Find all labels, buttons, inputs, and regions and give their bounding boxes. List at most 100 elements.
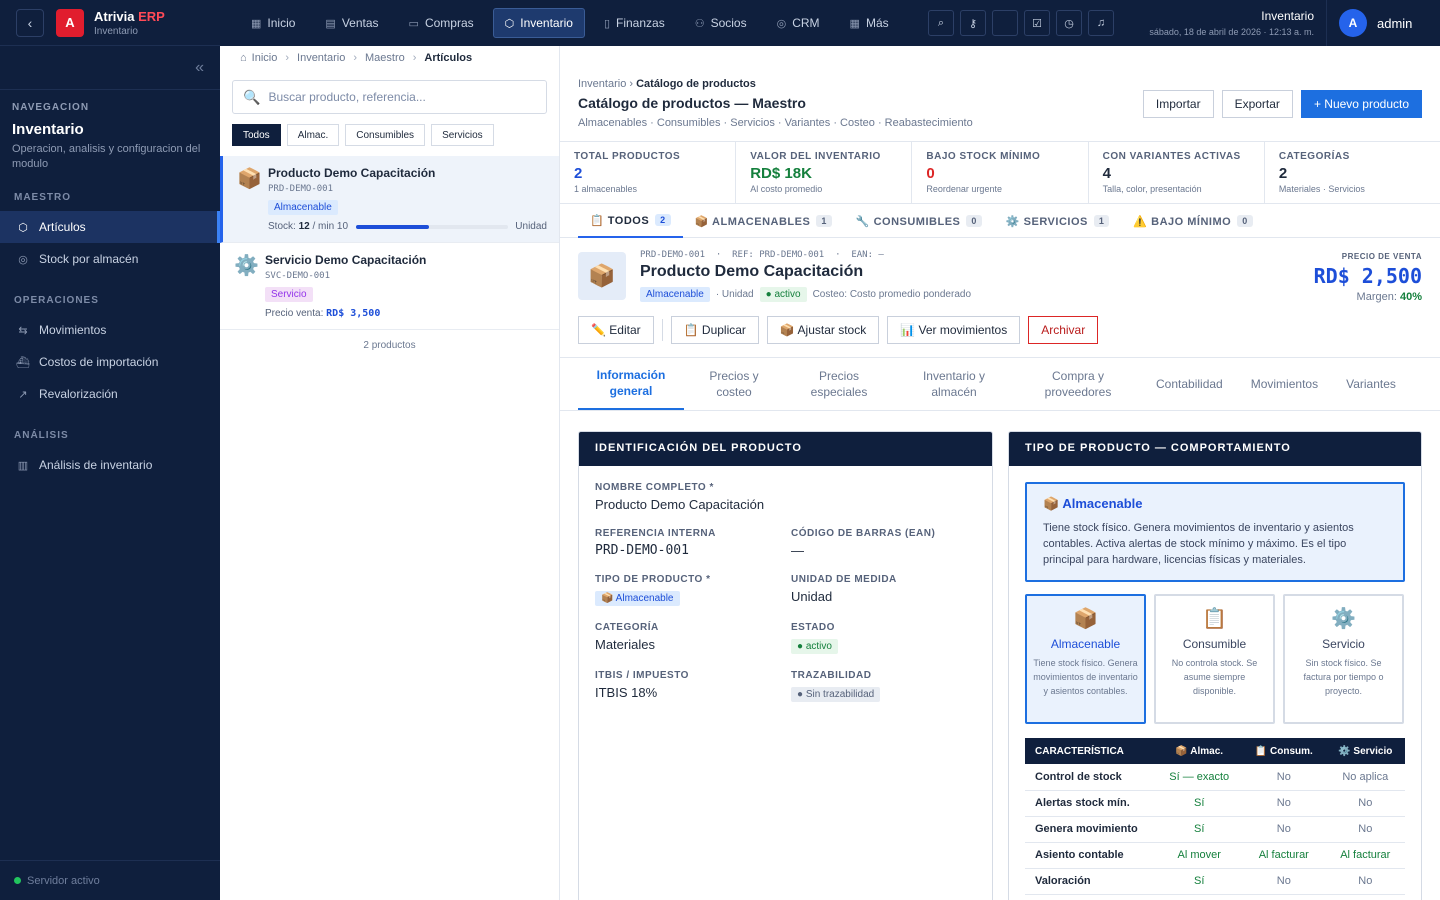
archive-button[interactable]: Archivar [1028, 316, 1099, 344]
identification-card: IDENTIFICACIÓN DEL PRODUCTO NOMBRE COMPL… [578, 431, 993, 900]
item-unit: Unidad [515, 221, 547, 232]
sidebar-item-articulos[interactable]: ⬡ Artículos [0, 211, 220, 243]
breadcrumb-inventario[interactable]: Inventario [297, 52, 345, 64]
ship-icon: ⛴ [16, 356, 30, 369]
module-tabs: ▦ Inicio ▤ Ventas ▭ Compras ⬡ Inventario ▯ Fi… [220, 8, 928, 38]
list-item[interactable]: 📦 Producto Demo Capacitación PRD-DEMO-00… [220, 156, 559, 243]
tasks-button[interactable]: ☑ [1024, 10, 1050, 36]
tab-bajo-minimo[interactable]: ⚠️ BAJO MÍNIMO 0 [1121, 204, 1264, 238]
breadcrumb-maestro[interactable]: Maestro [365, 52, 405, 64]
tab-finanzas[interactable]: ▯ Finanzas [593, 8, 676, 38]
sidebar-item-costos[interactable]: ⛴ Costos de importación [0, 346, 220, 378]
field-unit: UNIDAD DE MEDIDA Unidad [791, 574, 897, 604]
tab-servicios[interactable]: ⚙️ SERVICIOS 1 [994, 204, 1121, 238]
tab-info-general[interactable]: Información general [578, 358, 684, 410]
tab-movimientos[interactable]: Movimientos [1237, 358, 1332, 410]
behaviour-card: TIPO DE PRODUCTO — COMPORTAMIENTO 📦 Alma… [1008, 431, 1422, 900]
search-icon: ⌕ [937, 16, 945, 29]
filter-consumibles[interactable]: Consumibles [345, 124, 426, 146]
behaviour-header: TIPO DE PRODUCTO — COMPORTAMIENTO [1009, 432, 1421, 466]
breadcrumb-inicio[interactable]: Inicio [252, 52, 278, 64]
import-button[interactable]: Importar [1142, 90, 1214, 118]
product-list-pane: ⌂ Inicio › Inventario › Maestro › Artículos… [220, 46, 560, 900]
section-operaciones: OPERACIONES [14, 295, 99, 306]
tab-mas[interactable]: ▦ Más [839, 8, 900, 38]
tab-crm[interactable]: ◎ CRM [766, 8, 831, 38]
nav-title: Inventario [12, 121, 84, 138]
tab-todos[interactable]: 📋 TODOS 2 [578, 204, 683, 238]
box-icon: 📦 [237, 168, 262, 190]
duplicate-button[interactable]: 📋 Duplicar [670, 316, 759, 344]
key-button[interactable]: ⚷ [960, 10, 986, 36]
tab-compra-proveedores[interactable]: Compra y proveedores [1014, 358, 1142, 410]
user-menu[interactable]: A admin [1326, 0, 1412, 46]
sidebar-item-analisis[interactable]: ▥ Análisis de inventario [0, 449, 220, 481]
sidebar-item-revalorizacion[interactable]: ↗ Revalorización [0, 378, 220, 410]
type-option-servicio[interactable]: ⚙️ Servicio Sin stock físico. Se factura p… [1283, 594, 1404, 724]
type-option-consumible[interactable]: 📋 Consumible No controla stock. Se asume s… [1154, 594, 1275, 724]
field-full-name: NOMBRE COMPLETO * Producto Demo Capacitac… [595, 482, 765, 512]
new-product-button[interactable]: + Nuevo producto [1300, 90, 1422, 118]
gear-icon: ⚙️ [234, 255, 259, 277]
search-input[interactable]: 🔍 Buscar producto, referencia... [232, 80, 547, 114]
tab-compras[interactable]: ▭ Compras [398, 8, 485, 38]
col-caracteristica: CARACTERÍSTICA [1025, 738, 1157, 764]
adjust-stock-button[interactable]: 📦 Ajustar stock [766, 316, 880, 344]
field-tax: ITBIS / IMPUESTO ITBIS 18% [595, 670, 689, 700]
item-code: SVC-DEMO-001 [265, 271, 331, 281]
blank-button[interactable] [992, 10, 1018, 36]
tab-precios-costeo[interactable]: Precios y costeo [684, 358, 784, 410]
collapse-sidebar-button[interactable]: « [0, 46, 220, 90]
top-icons: ⌕ ⚷ ☑ ◷ ♫ [928, 10, 1120, 36]
detail-cards: IDENTIFICACIÓN DEL PRODUCTO NOMBRE COMPL… [560, 411, 1440, 900]
view-movements-button[interactable]: 📊 Ver movimientos [887, 316, 1021, 344]
bar-chart-icon: ▥ [17, 459, 29, 472]
sale-price: PRECIO DE VENTA RD$ 2,500 Margen: 40% [1313, 252, 1422, 303]
edit-button[interactable]: ✏️ Editar [578, 316, 654, 344]
current-module: Inventario [1261, 9, 1314, 23]
grid-icon: ▦ [251, 17, 262, 30]
search-button[interactable]: ⌕ [928, 10, 954, 36]
tab-inventario-almacen[interactable]: Inventario y almacén [894, 358, 1014, 410]
history-button[interactable]: ◷ [1056, 10, 1082, 36]
receipt-icon: ▤ [325, 17, 336, 30]
tab-inicio[interactable]: ▦ Inicio [240, 8, 306, 38]
field-type: TIPO DE PRODUCTO * 📦 Almacenable [595, 574, 711, 606]
brand-bar: ‹ A Atrivia ERP Inventario [0, 0, 220, 46]
tab-consumibles[interactable]: 🔧 CONSUMIBLES 0 [844, 204, 994, 238]
tab-almacenables[interactable]: 📦 ALMACENABLES 1 [683, 204, 844, 238]
tab-variantes[interactable]: Variantes [1332, 358, 1410, 410]
trend-icon: ↗ [18, 388, 28, 401]
key-icon: ⚷ [968, 17, 978, 30]
trace-badge: ● Sin trazabilidad [791, 687, 881, 702]
current-datetime: sábado, 18 de abril de 2026 · 12:13 a. m… [1149, 27, 1314, 37]
tab-inventario[interactable]: ⬡ Inventario [492, 8, 585, 38]
export-button[interactable]: Exportar [1221, 90, 1293, 118]
filter-servicios[interactable]: Servicios [431, 124, 494, 146]
page-subtitle: Almacenables · Consumibles · Servicios ·… [578, 117, 973, 129]
filter-todos[interactable]: Todos [232, 124, 281, 146]
tab-socios[interactable]: ⚇ Socios [684, 8, 758, 38]
type-option-almacenable[interactable]: 📦 Almacenable Tiene stock físico. Genera m… [1025, 594, 1146, 724]
field-trace: TRAZABILIDAD ● Sin trazabilidad [791, 670, 976, 702]
list-item[interactable]: ⚙️ Servicio Demo Capacitación SVC-DEMO-0… [220, 243, 559, 330]
tab-contabilidad[interactable]: Contabilidad [1142, 358, 1237, 410]
back-button[interactable]: ‹ [16, 8, 44, 37]
item-price: Precio venta: RD$ 3,500 [265, 308, 381, 319]
clock-icon: ◷ [1064, 17, 1074, 30]
sidebar-item-stock[interactable]: ◎ Stock por almacén [0, 243, 220, 275]
sidebar-item-movimientos[interactable]: ⇆ Movimientos [0, 314, 220, 346]
type-info-title: 📦 Almacenable [1043, 496, 1143, 511]
item-code: PRD-DEMO-001 [268, 184, 334, 194]
table-header-row: CARACTERÍSTICA 📦 Almac. 📋 Consum. ⚙️ Ser… [1025, 738, 1405, 764]
book-icon: ▯ [603, 17, 610, 30]
tab-ventas[interactable]: ▤ Ventas [314, 8, 389, 38]
product-actions: ✏️ Editar 📋 Duplicar 📦 Ajustar stock 📊 V… [578, 316, 1422, 344]
tab-precios-especiales[interactable]: Precios especiales [784, 358, 894, 410]
top-info: Inventario sábado, 18 de abril de 2026 ·… [1132, 9, 1314, 37]
kpi-strip: TOTAL PRODUCTOS 2 1 almacenables VALOR DEL… [560, 142, 1440, 204]
notifications-button[interactable]: ♫ [1088, 10, 1114, 36]
nav-description: Operacion, analisis y configuracion del … [12, 143, 201, 170]
col-almac: 📦 Almac. [1156, 738, 1243, 764]
filter-almac[interactable]: Almac. [286, 124, 340, 146]
